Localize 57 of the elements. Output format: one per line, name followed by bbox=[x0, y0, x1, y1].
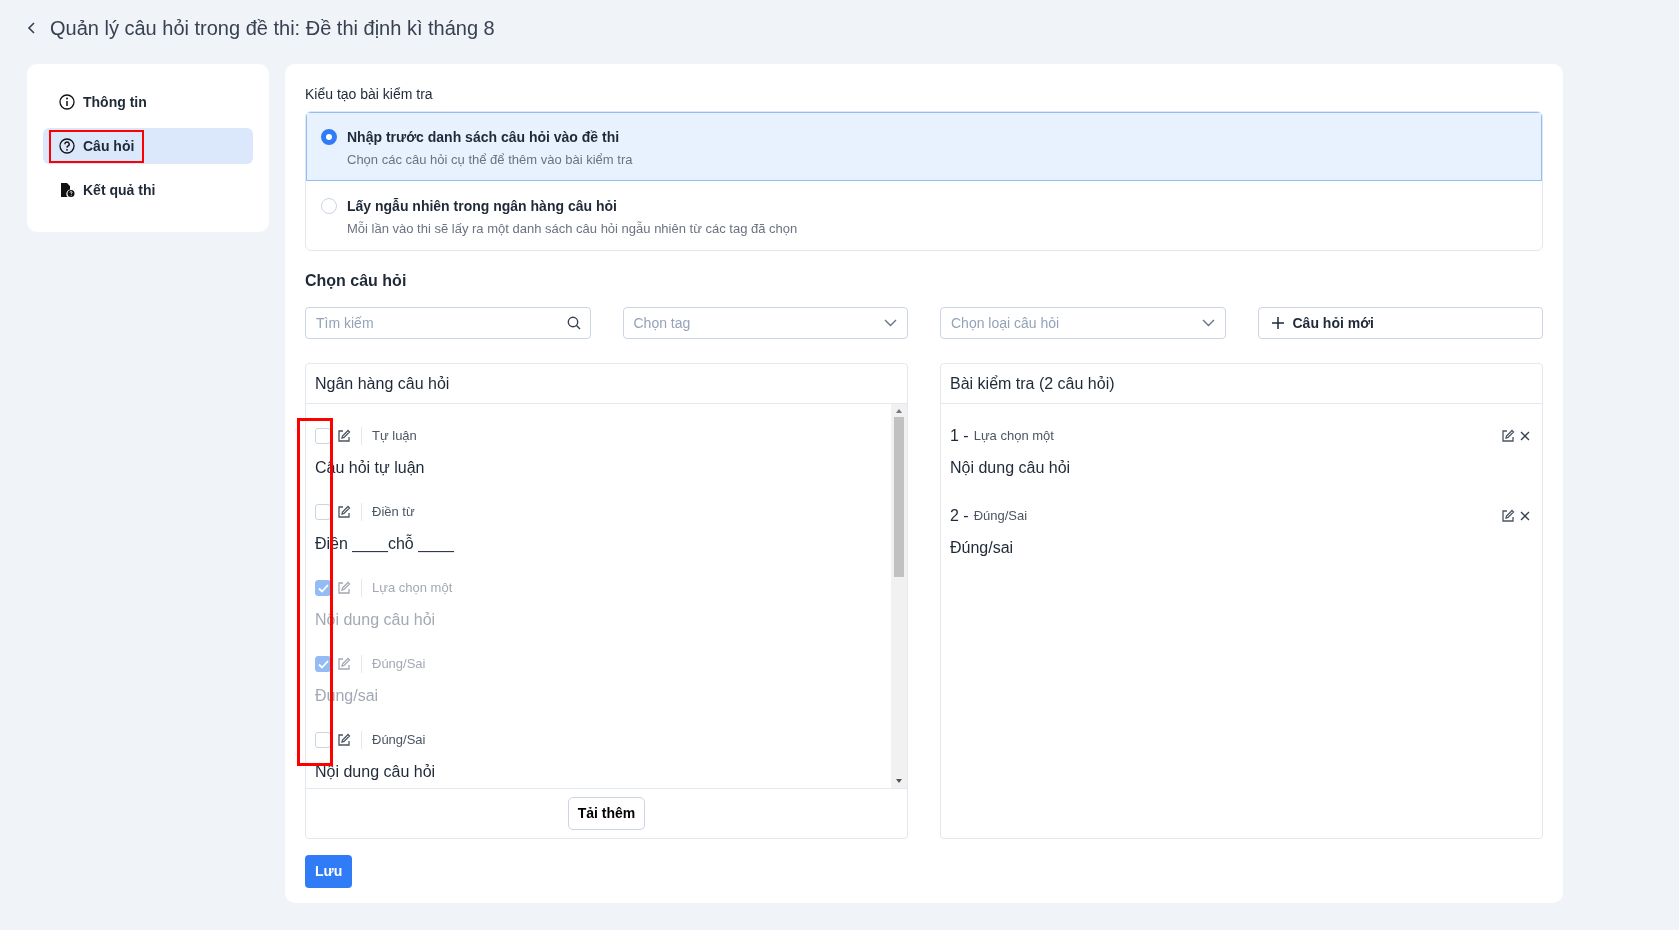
question-text: Đúng/sai bbox=[950, 538, 1015, 558]
option-title: Nhập trước danh sách câu hỏi vào đề thi bbox=[347, 128, 621, 147]
question-type: Lựa chọn một bbox=[973, 427, 1055, 446]
radio-button[interactable] bbox=[321, 129, 337, 145]
scroll-down-icon[interactable] bbox=[895, 778, 903, 784]
panel-title: Bài kiểm tra (2 câu hỏi) bbox=[941, 364, 1542, 404]
question-type: Lựa chọn một bbox=[372, 579, 453, 598]
page-title: Quản lý câu hỏi trong đề thi: Đề thi định kì tháng 8 bbox=[50, 16, 495, 41]
scroll-up-icon[interactable] bbox=[895, 408, 903, 414]
question-type: Đúng/Sai bbox=[372, 655, 426, 674]
question-number: 1 - bbox=[950, 426, 969, 446]
question-text: Nội dung câu hỏi bbox=[315, 762, 437, 782]
option-description: Chọn các câu hỏi cụ thể để thêm vào bài kiểm tra bbox=[347, 151, 633, 169]
question-type: Điền từ bbox=[372, 503, 415, 522]
question-type: Đúng/Sai bbox=[973, 507, 1029, 526]
section-heading: Chọn câu hỏi bbox=[305, 271, 408, 291]
scrollbar[interactable] bbox=[891, 404, 907, 788]
back-icon[interactable] bbox=[27, 22, 36, 34]
question-text: Nội dung câu hỏi bbox=[950, 458, 1072, 478]
edit-icon[interactable] bbox=[1499, 429, 1517, 443]
plus-icon bbox=[1270, 316, 1285, 330]
chevron-down-icon bbox=[1201, 319, 1215, 327]
sidebar-item[interactable]: Thông tin bbox=[43, 84, 253, 120]
option-title: Lấy ngẫu nhiên trong ngân hàng câu hỏi bbox=[347, 197, 618, 216]
checkbox[interactable] bbox=[315, 504, 331, 520]
checkbox[interactable] bbox=[315, 656, 331, 672]
question-circle-icon bbox=[59, 138, 75, 154]
save-button[interactable]: Lưu bbox=[305, 855, 353, 888]
chevron-down-icon bbox=[884, 319, 897, 327]
option-description: Mỗi lần vào thi sẽ lấy ra một danh sách câu hỏi ngẫu nhiên từ các tag đã chọn bbox=[347, 220, 798, 238]
info-icon bbox=[59, 94, 75, 110]
mode-option[interactable]: Nhập trước danh sách câu hỏi vào đề thi Chọn các câu hỏi cụ thể để thêm vào bài kiểm tra bbox=[306, 112, 1542, 181]
section-label: Kiểu tạo bài kiểm tra bbox=[305, 85, 434, 104]
sidebar-item[interactable]: Câu hỏi bbox=[43, 128, 253, 164]
panel-title: Ngân hàng câu hỏi bbox=[306, 364, 907, 404]
edit-icon[interactable] bbox=[337, 429, 351, 443]
checkbox[interactable] bbox=[315, 732, 331, 748]
search-icon bbox=[566, 316, 581, 330]
question-number: 2 - bbox=[950, 506, 969, 526]
select-placeholder: Chọn tag bbox=[633, 313, 692, 333]
load-more-button[interactable]: Tải thêm bbox=[567, 797, 646, 830]
search-field[interactable]: Tìm kiếm bbox=[305, 307, 591, 339]
checkbox[interactable] bbox=[315, 580, 331, 596]
question-type: Đúng/Sai bbox=[372, 731, 426, 750]
checkbox[interactable] bbox=[315, 428, 331, 444]
sidebar-label: Câu hỏi bbox=[83, 136, 135, 156]
document-question-icon bbox=[59, 182, 75, 198]
edit-icon[interactable] bbox=[337, 733, 351, 747]
sidebar-label: Thông tin bbox=[83, 92, 147, 112]
edit-icon[interactable] bbox=[1499, 509, 1517, 523]
edit-icon[interactable] bbox=[337, 505, 351, 519]
question-type: Tự luận bbox=[372, 427, 417, 446]
mode-option[interactable]: Lấy ngẫu nhiên trong ngân hàng câu hỏi Mỗi lần vào thi sẽ lấy ra một danh sách câu hỏi ngẫu nhiên từ các tag đã chọn bbox=[306, 181, 1542, 250]
select-placeholder: Chọn loại câu hỏi bbox=[951, 313, 1061, 333]
sidebar-label: Kết quả thi bbox=[83, 180, 156, 200]
sidebar-item[interactable]: Kết quả thi bbox=[43, 172, 253, 208]
new-question-button[interactable]: Câu hỏi mới bbox=[1257, 307, 1543, 339]
